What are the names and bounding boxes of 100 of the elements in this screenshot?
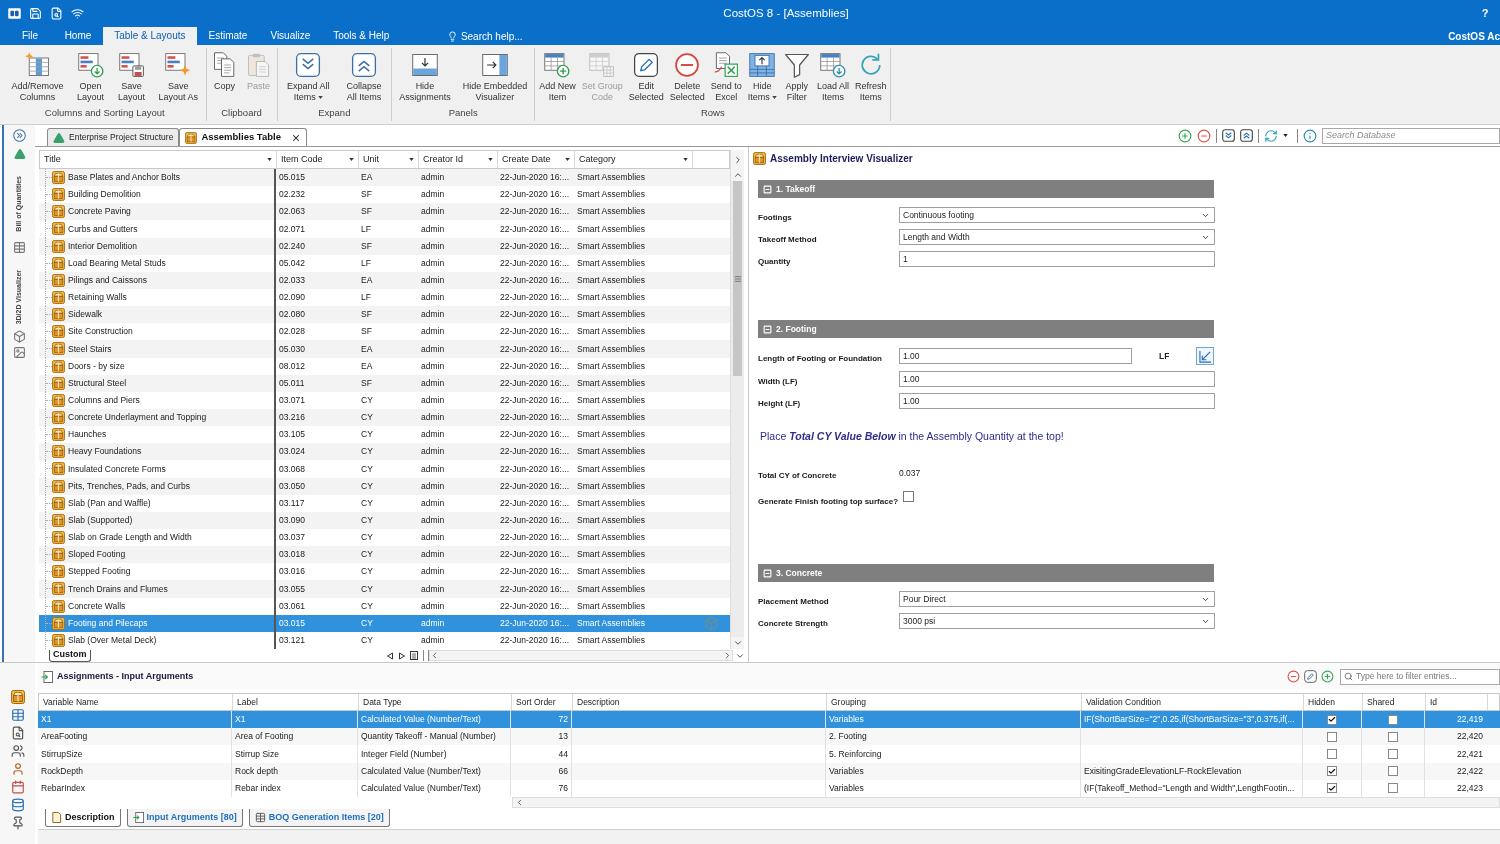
info-icon[interactable] bbox=[1303, 128, 1317, 143]
ribbon-button[interactable]: Load All Items bbox=[814, 51, 851, 102]
table-icon[interactable] bbox=[10, 708, 25, 722]
triangle-left-icon[interactable] bbox=[386, 651, 394, 660]
help-question-mark[interactable]: ? bbox=[1481, 5, 1489, 22]
panel-tab[interactable]: Input Arguments [80] bbox=[126, 808, 243, 827]
column-header[interactable]: Create Date bbox=[498, 151, 575, 168]
checkbox[interactable] bbox=[1327, 766, 1337, 777]
input-field[interactable]: 1.00 bbox=[899, 393, 1215, 409]
double-chevron-circle-icon[interactable] bbox=[13, 129, 26, 142]
search-field[interactable]: Search Database bbox=[1322, 127, 1500, 144]
diagonal-arrow-button[interactable] bbox=[1196, 347, 1215, 365]
column-header[interactable]: Item Code bbox=[277, 151, 359, 168]
double-chevron-up-icon[interactable] bbox=[1240, 129, 1253, 142]
checkbox[interactable] bbox=[1327, 783, 1337, 794]
checkbox[interactable] bbox=[1327, 714, 1337, 725]
wifi-icon[interactable] bbox=[71, 7, 84, 20]
file-search-icon[interactable] bbox=[10, 726, 25, 740]
ribbon-button[interactable]: Delete Selected bbox=[667, 51, 707, 102]
table-icon[interactable] bbox=[13, 240, 26, 254]
database-icon[interactable] bbox=[10, 798, 25, 812]
chevron-right-icon[interactable] bbox=[723, 651, 732, 660]
image-icon[interactable] bbox=[13, 345, 26, 359]
caret-icon[interactable] bbox=[683, 158, 688, 161]
checkbox[interactable] bbox=[903, 491, 914, 502]
ribbon-button[interactable]: Refresh Items bbox=[852, 51, 889, 102]
column-header[interactable]: Hidden bbox=[1304, 694, 1363, 710]
cube-icon[interactable] bbox=[13, 329, 26, 343]
chevron-down-icon[interactable] bbox=[732, 638, 743, 648]
calendar-icon[interactable] bbox=[10, 780, 25, 794]
horizontal-scrollbar[interactable] bbox=[429, 650, 733, 661]
checkbox[interactable] bbox=[1327, 748, 1337, 759]
column-header[interactable]: Variable Name bbox=[39, 694, 233, 710]
checkbox[interactable] bbox=[1388, 714, 1398, 725]
ribbon-button[interactable]: Save Layout bbox=[112, 51, 152, 102]
ribbon-button[interactable]: Expand All Items bbox=[279, 51, 338, 102]
ribbon-tab[interactable]: Estimate bbox=[197, 27, 259, 45]
caret-icon[interactable] bbox=[349, 158, 354, 161]
section-header[interactable]: 2. Footing bbox=[758, 320, 1214, 338]
minus-square-icon[interactable] bbox=[763, 324, 772, 334]
close-icon[interactable] bbox=[290, 132, 301, 143]
ribbon-button[interactable]: Edit Selected bbox=[626, 51, 666, 102]
account-name[interactable]: CostOS Ac bbox=[1448, 28, 1500, 44]
dropdown-field[interactable]: Continuous footing bbox=[899, 207, 1215, 223]
dropdown-field[interactable]: Length and Width bbox=[899, 229, 1215, 245]
input-field[interactable]: 1.00 bbox=[899, 371, 1215, 387]
checkbox[interactable] bbox=[1327, 731, 1337, 742]
section-header[interactable]: 1. Takeoff bbox=[758, 180, 1214, 198]
column-header[interactable]: Data Type bbox=[359, 694, 512, 710]
caret-icon[interactable] bbox=[409, 158, 414, 161]
remove-circle-icon[interactable] bbox=[1197, 128, 1211, 143]
dropdown-field[interactable]: Pour Direct bbox=[899, 591, 1215, 607]
filter-field[interactable]: Type here to filter entries... bbox=[1340, 668, 1500, 685]
ribbon-button[interactable]: Add/Remove Columns bbox=[6, 51, 70, 102]
ribbon-tab[interactable]: Tools & Help bbox=[321, 27, 401, 45]
scrollbar-thumb[interactable] bbox=[733, 181, 742, 376]
page-icon[interactable] bbox=[410, 651, 418, 660]
caret-icon[interactable] bbox=[267, 158, 272, 161]
section-header[interactable]: 3. Concrete bbox=[758, 564, 1214, 582]
caret-icon[interactable] bbox=[1283, 134, 1288, 137]
document-tab[interactable]: Assemblies Table bbox=[179, 128, 307, 146]
horizontal-scrollbar[interactable] bbox=[512, 797, 1500, 809]
ribbon-button[interactable]: Add New Item bbox=[537, 51, 578, 102]
ribbon-button[interactable]: Copy bbox=[208, 51, 241, 92]
column-header[interactable]: Description bbox=[573, 694, 827, 710]
table-row[interactable]: AreaFooting Area of Footing Quantity Takeoff - Manual (Number) 13 2. Footing 22,420 bbox=[38, 728, 1500, 746]
ribbon-tab[interactable]: Visualize bbox=[258, 27, 322, 45]
sheet-tab[interactable]: Custom bbox=[49, 649, 91, 662]
save-icon[interactable] bbox=[29, 7, 42, 20]
refresh-icon[interactable] bbox=[1264, 128, 1278, 143]
table-row[interactable]: Steel Stairs 05.030 EA admin 22-Jun-2020 16:... Smart Assemblies bbox=[39, 340, 730, 358]
input-field[interactable]: 1 bbox=[899, 251, 1215, 267]
column-header[interactable]: Grouping bbox=[827, 694, 1082, 710]
double-chevron-down-icon[interactable] bbox=[1222, 129, 1235, 142]
minus-square-icon[interactable] bbox=[763, 568, 772, 578]
dropdown-field[interactable]: 3000 psi bbox=[899, 613, 1215, 629]
search-help-field[interactable]: Search help... bbox=[446, 27, 523, 45]
ribbon-tab[interactable]: File bbox=[7, 27, 54, 45]
table-row[interactable]: Heavy Foundations 03.024 CY admin 22-Jun-2020 16:... Smart Assemblies bbox=[39, 443, 730, 461]
checkbox[interactable] bbox=[1388, 783, 1398, 794]
ribbon-button[interactable]: Send to Excel bbox=[708, 51, 744, 102]
column-header[interactable]: Sort Order bbox=[512, 694, 573, 710]
ribbon-button[interactable]: Hide Items bbox=[745, 51, 779, 102]
column-header[interactable]: Creator Id bbox=[419, 151, 498, 168]
caret-icon[interactable] bbox=[488, 158, 493, 161]
caret-icon[interactable] bbox=[565, 158, 570, 161]
checkbox[interactable] bbox=[1388, 766, 1398, 777]
column-header[interactable]: Unit bbox=[359, 151, 419, 168]
column-header[interactable]: Category bbox=[575, 151, 693, 168]
table-row[interactable]: Sidewalk 02.080 SF admin 22-Jun-2020 16:... Smart Assemblies bbox=[39, 306, 730, 324]
checkbox[interactable] bbox=[1388, 748, 1398, 759]
input-field[interactable]: 1.00 bbox=[899, 348, 1132, 364]
package-icon[interactable] bbox=[10, 690, 25, 704]
chevron-up-icon[interactable] bbox=[732, 170, 743, 180]
users-icon[interactable] bbox=[10, 744, 25, 758]
ribbon-button[interactable]: Save Layout As bbox=[153, 51, 204, 102]
ribbon-button[interactable]: Hide Embedded Visualizer bbox=[457, 51, 533, 102]
column-header[interactable]: Id bbox=[1426, 694, 1488, 710]
table-row[interactable]: Concrete Paving 02.063 SF admin 22-Jun-2020 16:... Smart Assemblies bbox=[39, 203, 730, 221]
ribbon-button[interactable]: Hide Assignments bbox=[394, 51, 456, 102]
